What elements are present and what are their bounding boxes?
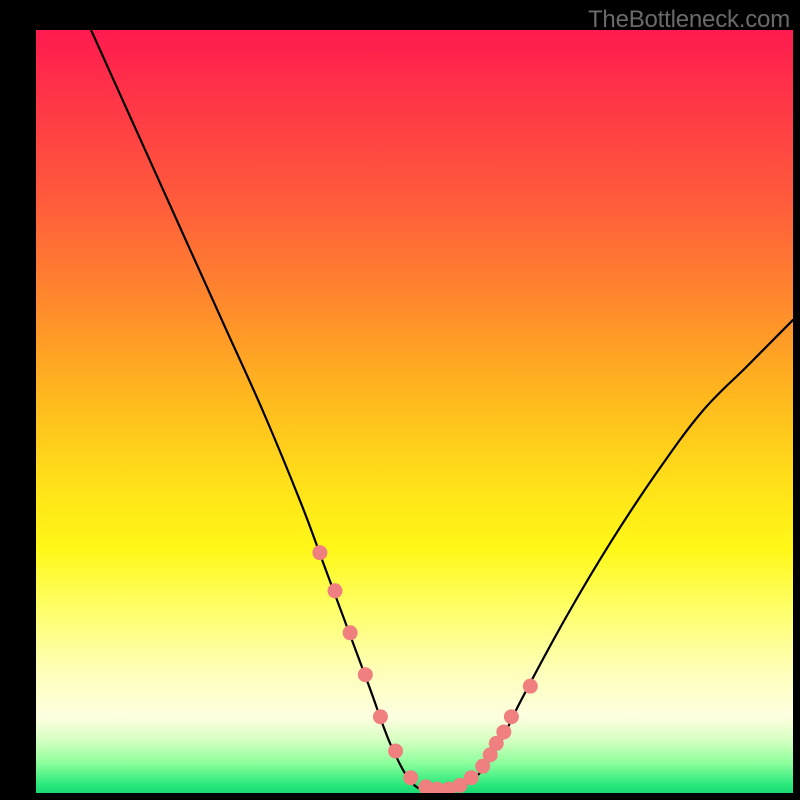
marker-dot <box>343 625 358 640</box>
marker-dot <box>312 545 327 560</box>
marker-dots-group <box>312 545 537 793</box>
marker-dot <box>504 709 519 724</box>
watermark-text: TheBottleneck.com <box>588 6 790 34</box>
marker-dot <box>388 744 403 759</box>
chart-svg <box>36 30 793 793</box>
marker-dot <box>373 709 388 724</box>
marker-dot <box>403 770 418 785</box>
chart-plot-area <box>36 30 793 793</box>
marker-dot <box>358 667 373 682</box>
marker-dot <box>496 724 511 739</box>
marker-dot <box>464 770 479 785</box>
marker-dot <box>328 583 343 598</box>
bottleneck-curve <box>74 30 793 790</box>
marker-dot <box>523 679 538 694</box>
